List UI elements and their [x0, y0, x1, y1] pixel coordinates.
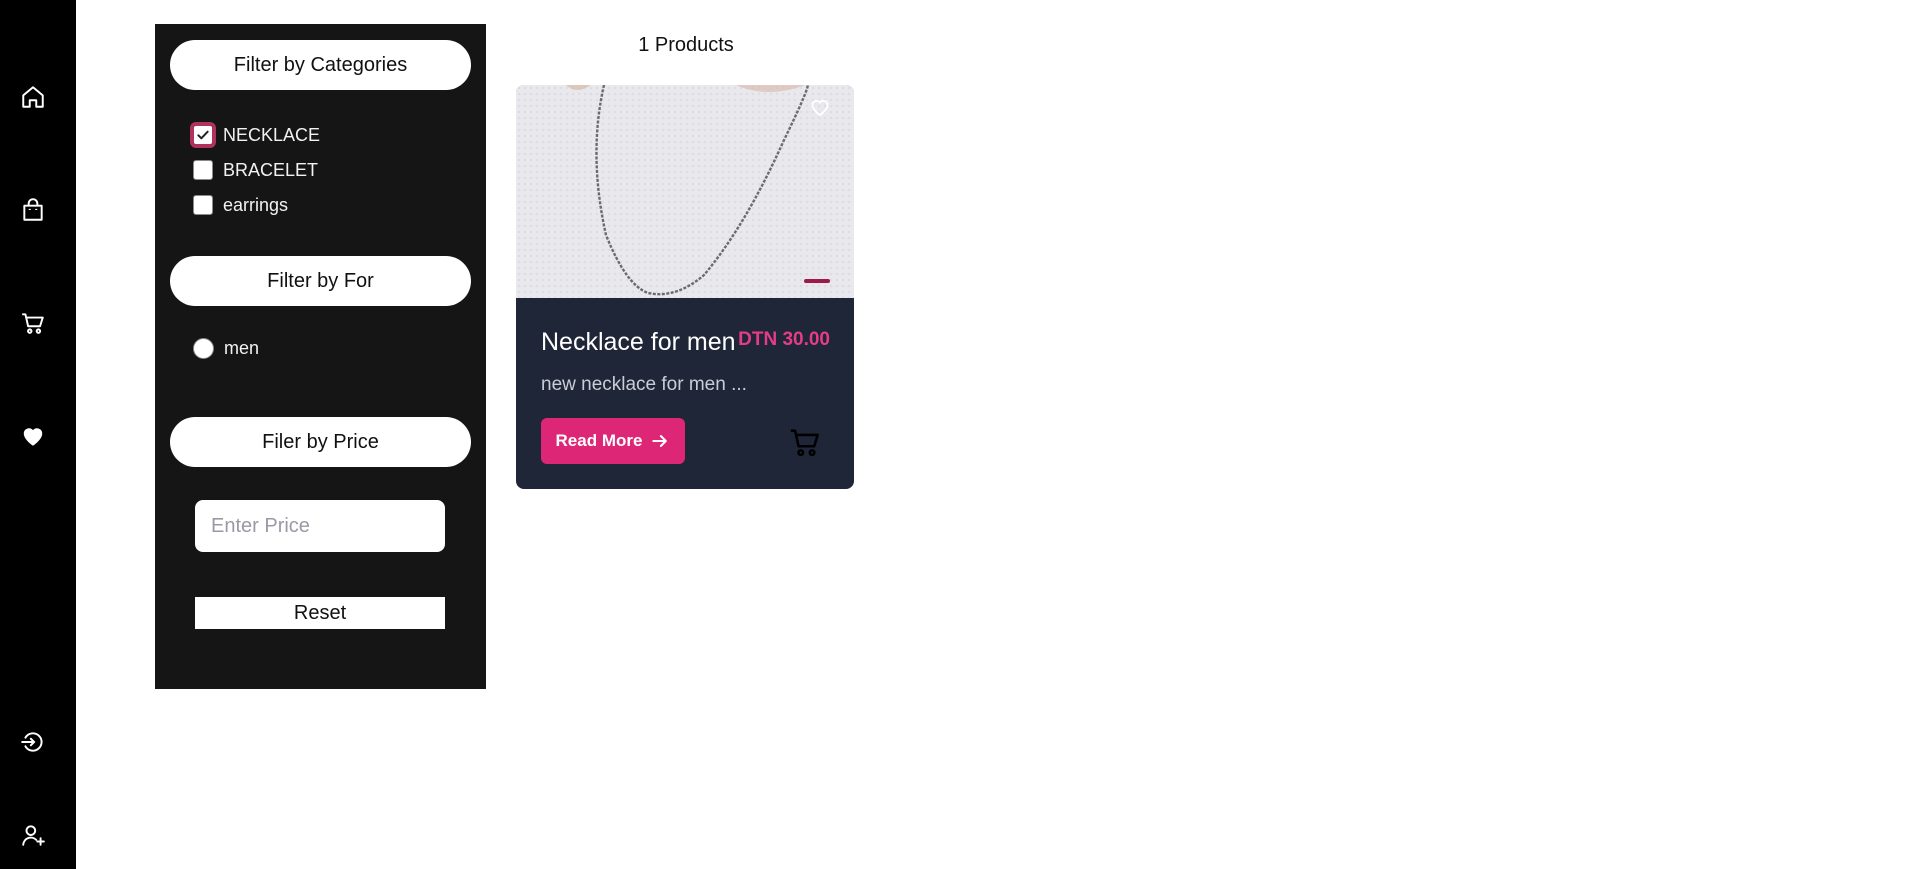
category-bracelet[interactable]: BRACELET	[193, 157, 318, 183]
filter-categories-header[interactable]: Filter by Categories	[170, 40, 471, 90]
category-label: BRACELET	[223, 159, 319, 180]
necklace-photo	[516, 85, 854, 298]
filter-price-header[interactable]: Filer by Price	[170, 417, 471, 467]
shopping-bag-icon	[23, 198, 43, 221]
cart-button[interactable]	[18, 308, 48, 338]
wishlist-button[interactable]	[18, 421, 48, 451]
product-count: 1 Products	[638, 34, 734, 56]
checkmark-icon	[197, 130, 209, 140]
necklace-checkbox[interactable]	[190, 122, 216, 148]
login-icon	[21, 732, 43, 752]
register-button[interactable]	[18, 820, 48, 850]
filter-panel: Filter by Categories NECKLACE BRACELET e…	[155, 24, 486, 689]
product-price: DTN 30.00	[738, 329, 830, 350]
shop-button[interactable]	[18, 195, 48, 225]
category-earrings[interactable]: earrings	[193, 192, 288, 218]
cart-icon	[22, 313, 44, 334]
read-more-button[interactable]: Read More	[541, 418, 685, 464]
arrow-right-icon	[652, 435, 668, 447]
user-add-icon	[22, 825, 45, 846]
home-button[interactable]	[18, 82, 48, 112]
product-description: new necklace for men ...	[541, 374, 747, 395]
bracelet-checkbox[interactable]	[193, 160, 213, 180]
for-option-label: men	[224, 338, 260, 358]
category-necklace[interactable]: NECKLACE	[190, 122, 321, 148]
men-radio[interactable]	[193, 338, 214, 359]
product-card[interactable]: Necklace for men DTN 30.00 new necklace …	[516, 85, 854, 489]
filter-for-header[interactable]: Filter by For	[170, 256, 471, 306]
earrings-checkbox[interactable]	[193, 195, 213, 215]
category-label: earrings	[223, 194, 289, 215]
price-input[interactable]	[195, 500, 445, 552]
login-button[interactable]	[18, 727, 48, 757]
for-men-option[interactable]: men	[193, 338, 259, 359]
heart-icon	[23, 428, 43, 446]
favorite-heart-icon[interactable]	[808, 95, 832, 119]
carousel-indicator[interactable]	[804, 279, 830, 283]
category-label: NECKLACE	[223, 124, 321, 145]
reset-button[interactable]: Reset	[195, 597, 445, 629]
icon-sidebar	[0, 0, 76, 869]
home-icon	[22, 86, 44, 108]
read-more-label: Read More	[555, 431, 643, 450]
product-image[interactable]	[516, 85, 854, 298]
add-to-cart-icon[interactable]	[788, 425, 822, 459]
product-title: Necklace for men	[541, 328, 736, 356]
